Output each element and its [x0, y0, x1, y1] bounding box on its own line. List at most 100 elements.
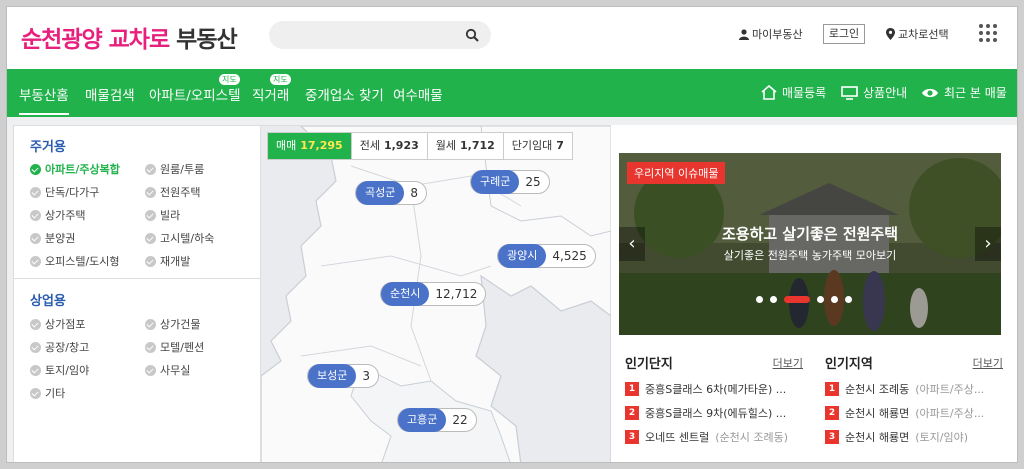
pagination-dot[interactable]	[817, 296, 824, 303]
map-badge: 지도	[270, 74, 291, 85]
marker-value: 8	[410, 186, 419, 200]
option-goshitel[interactable]: 고시텔/하숙	[145, 230, 214, 246]
map-marker-boseong[interactable]: 보성군 3	[307, 364, 380, 388]
list-item[interactable]: 3 오네뜨 센트럴 (순천시 조례동)	[625, 429, 803, 445]
check-icon	[30, 232, 41, 244]
list-item[interactable]: 3 순천시 해룡면 (토지/임야)	[825, 429, 1003, 445]
check-icon	[145, 232, 156, 244]
region-map[interactable]: 매매 17,295 전세 1,923 월세 1,712 단기임대 7 곡성군 8 구례군 2…	[261, 125, 611, 462]
list-item[interactable]: 2 순천시 해룡면 (아파트/주상...	[825, 405, 1003, 421]
option-label: 전원주택	[160, 186, 201, 199]
option-oneroom[interactable]: 원룸/투룸	[145, 161, 204, 177]
check-icon	[145, 209, 156, 221]
nav-agency-search[interactable]: 중개업소 찾기	[305, 84, 384, 104]
issue-banner[interactable]: 우리지역 이슈매물 조용하고 살기좋은 전원주택 살기좋은 전원주택 농가주택 …	[619, 153, 1001, 335]
map-marker-gokseong[interactable]: 곡성군 8	[355, 181, 428, 205]
banner-next-button[interactable]: ›	[975, 227, 1001, 261]
tab-count: 1,923	[383, 139, 419, 152]
option-detached[interactable]: 단독/다가구	[30, 184, 99, 200]
option-land[interactable]: 토지/임야	[30, 362, 89, 378]
deal-type-tabs: 매매 17,295 전세 1,923 월세 1,712 단기임대 7	[267, 132, 573, 160]
item-sub: (아파트/주상...	[915, 407, 985, 420]
tab-short-term[interactable]: 단기임대 7	[504, 133, 572, 159]
option-redevelopment[interactable]: 재개발	[145, 253, 190, 269]
pagination-dot[interactable]	[845, 296, 852, 303]
check-icon	[145, 318, 156, 330]
nav-direct-deal[interactable]: 직거래 지도	[252, 74, 291, 104]
check-icon	[30, 186, 41, 198]
option-label: 기타	[45, 387, 66, 400]
option-store[interactable]: 상가점포	[30, 316, 85, 332]
option-etc[interactable]: 기타	[30, 385, 65, 401]
site-logo[interactable]: 순천광양 교차로 부동산	[21, 20, 238, 54]
rank-badge: 2	[825, 406, 839, 420]
option-country-house[interactable]: 전원주택	[145, 184, 200, 200]
nav-yeosu[interactable]: 여수매물	[393, 84, 443, 104]
login-button[interactable]: 로그인	[823, 24, 865, 44]
recent-listings-link[interactable]: 최근 본 매물	[921, 84, 1007, 101]
option-apartment[interactable]: 아파트/주상복합	[30, 161, 120, 177]
rank-badge: 1	[625, 382, 639, 396]
item-name: 중흥S클래스 6차(메가타운) ...	[645, 383, 787, 396]
eye-icon	[922, 88, 938, 97]
pagination-dot[interactable]	[756, 296, 763, 303]
pagination-dot[interactable]	[831, 296, 838, 303]
check-icon	[30, 341, 41, 353]
check-icon	[30, 255, 41, 267]
list-item[interactable]: 2 중흥S클래스 9차(에듀힐스) ...	[625, 405, 803, 421]
item-name: 순천시 조례동	[845, 383, 910, 396]
search-icon[interactable]	[465, 28, 479, 42]
option-label: 고시텔/하숙	[160, 232, 215, 245]
marker-name: 순천시	[381, 282, 430, 306]
list-item[interactable]: 1 중흥S클래스 6차(메가타운) ...	[625, 381, 803, 397]
register-listing-link[interactable]: 매물등록	[761, 84, 826, 101]
tab-sale[interactable]: 매매 17,295	[268, 133, 352, 159]
marker-value: 25	[525, 175, 541, 189]
option-label: 분양권	[45, 232, 76, 245]
option-villa[interactable]: 빌라	[145, 207, 180, 223]
main-nav: 부동산홈 매물검색 아파트/오피스텔 지도 직거래 지도 중개업소 찾기 여수매…	[7, 69, 1017, 117]
app-menu-icon[interactable]	[979, 24, 997, 42]
pagination-dot[interactable]	[770, 296, 777, 303]
option-shop-house[interactable]: 상가주택	[30, 207, 85, 223]
recent-listings-label: 최근 본 매물	[944, 86, 1007, 100]
popular-region-list: 인기지역 더보기 1 순천시 조례동 (아파트/주상... 2 순천시 해룡면 (아파트…	[825, 353, 1003, 462]
nav-home[interactable]: 부동산홈	[19, 84, 69, 115]
option-officetel[interactable]: 오피스텔/도시형	[30, 253, 120, 269]
option-office[interactable]: 사무실	[145, 362, 190, 378]
logo-sub: 부동산	[176, 27, 237, 53]
popular-complex-more-link[interactable]: 더보기	[773, 355, 803, 371]
marker-name: 광양시	[498, 244, 547, 268]
option-label: 모텔/펜션	[160, 341, 205, 354]
option-commercial-building[interactable]: 상가건물	[145, 316, 200, 332]
banner-prev-button[interactable]: ‹	[619, 227, 645, 261]
popular-region-more-link[interactable]: 더보기	[973, 355, 1003, 371]
my-realestate-link[interactable]: 마이부동산	[739, 26, 803, 42]
rank-badge: 3	[825, 430, 839, 444]
pagination-dot-active[interactable]	[784, 296, 810, 303]
check-icon	[145, 255, 156, 267]
search-input[interactable]	[269, 21, 491, 49]
option-factory[interactable]: 공장/창고	[30, 339, 89, 355]
residential-title: 주거용	[30, 140, 66, 155]
nav-search[interactable]: 매물검색	[85, 84, 135, 104]
product-info-link[interactable]: 상품안내	[841, 84, 907, 101]
banner-title: 조용하고 살기좋은 전원주택	[721, 225, 899, 243]
marker-name: 보성군	[308, 364, 357, 388]
option-label: 단독/다가구	[45, 186, 100, 199]
option-label: 상가주택	[45, 209, 86, 222]
tab-jeonse[interactable]: 전세 1,923	[352, 133, 428, 159]
list-item[interactable]: 1 순천시 조례동 (아파트/주상...	[825, 381, 1003, 397]
map-marker-gwangyang[interactable]: 광양시 4,525	[497, 244, 596, 268]
map-marker-gurye[interactable]: 구례군 25	[470, 170, 550, 194]
option-presale[interactable]: 분양권	[30, 230, 75, 246]
check-icon	[30, 387, 41, 399]
option-motel[interactable]: 모텔/펜션	[145, 339, 204, 355]
nav-apartment[interactable]: 아파트/오피스텔 지도	[149, 74, 241, 104]
map-marker-suncheon[interactable]: 순천시 12,712	[380, 282, 487, 306]
check-icon	[145, 186, 156, 198]
nav-direct-deal-label: 직거래	[252, 88, 290, 104]
map-marker-goheung[interactable]: 고흥군 22	[397, 408, 477, 432]
tab-monthly[interactable]: 월세 1,712	[428, 133, 504, 159]
region-select-link[interactable]: 교차로선택	[886, 26, 949, 42]
